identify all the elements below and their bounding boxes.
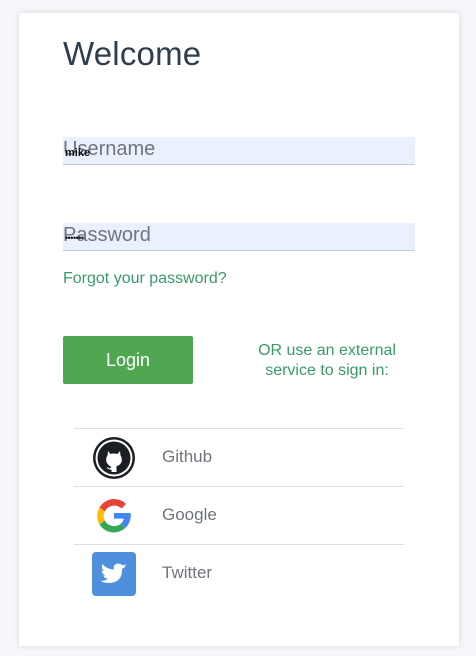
google-icon xyxy=(97,499,131,533)
provider-list: Github Google Twitter xyxy=(74,428,404,602)
provider-google-label: Google xyxy=(162,505,217,524)
forgot-password-link[interactable]: Forgot your password? xyxy=(63,270,227,288)
password-value: ••••••• xyxy=(65,233,84,243)
provider-twitter-button[interactable]: Twitter xyxy=(74,544,404,602)
password-field[interactable]: Password ••••••• xyxy=(63,223,415,251)
login-card: Welcome Username mike Password ••••••• F… xyxy=(19,13,459,646)
provider-github-button[interactable]: Github xyxy=(74,428,404,486)
username-field[interactable]: Username mike xyxy=(63,137,415,165)
page-title: Welcome xyxy=(63,35,202,72)
twitter-icon xyxy=(92,552,136,596)
username-value: mike xyxy=(65,147,91,159)
provider-github-label: Github xyxy=(162,447,213,466)
provider-google-button[interactable]: Google xyxy=(74,486,404,544)
login-button[interactable]: Login xyxy=(63,336,193,384)
external-signin-text: OR use an external service to sign in: xyxy=(258,342,396,379)
provider-twitter-label: Twitter xyxy=(162,563,213,582)
github-icon xyxy=(93,437,135,479)
